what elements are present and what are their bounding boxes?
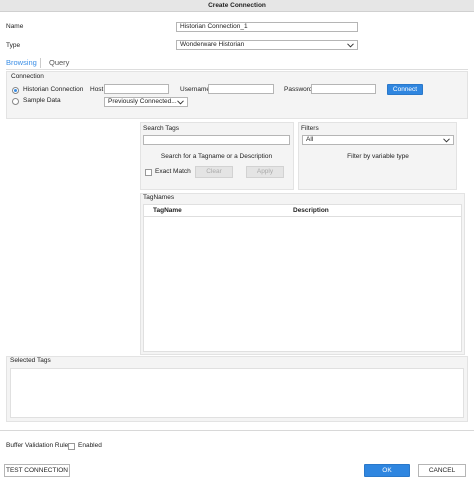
tagnames-label: TagNames — [143, 194, 175, 201]
radio-sample-data[interactable] — [12, 98, 19, 105]
radio-historian-connection[interactable] — [12, 87, 19, 94]
chevron-down-icon — [177, 100, 184, 105]
search-hint: Search for a Tagname or a Description — [160, 153, 273, 160]
tab-separator — [40, 58, 41, 68]
search-tags-input[interactable] — [143, 135, 290, 145]
ok-button[interactable]: OK — [364, 464, 410, 477]
exact-match-label: Exact Match — [155, 168, 191, 175]
name-input[interactable]: Historian Connection_1 — [176, 22, 358, 32]
selected-tags-label: Selected Tags — [10, 357, 51, 364]
previously-connected-select[interactable]: Previously Connected... — [104, 97, 188, 107]
exact-match-checkbox[interactable] — [145, 169, 152, 176]
window-titlebar: Create Connection — [0, 0, 474, 12]
column-header-description[interactable]: Description — [293, 206, 329, 216]
filters-label: Filters — [301, 125, 319, 132]
type-select-value: Wonderware Historian — [180, 41, 245, 48]
cancel-button[interactable]: CANCEL — [418, 464, 466, 477]
apply-button[interactable]: Apply — [246, 166, 284, 178]
tab-browsing[interactable]: Browsing — [6, 57, 37, 69]
buffer-enabled-checkbox[interactable] — [68, 443, 75, 450]
previously-connected-value: Previously Connected... — [108, 98, 177, 105]
column-header-tagname[interactable]: TagName — [153, 206, 182, 216]
filters-select-value: All — [306, 136, 314, 143]
selected-tags-list[interactable] — [10, 368, 464, 418]
tagnames-grid[interactable]: TagName Description — [143, 204, 462, 352]
filters-select[interactable]: All — [302, 135, 454, 145]
clear-button[interactable]: Clear — [195, 166, 233, 178]
name-label: Name — [6, 23, 24, 30]
buffer-validation-label: Buffer Validation Rule — [6, 442, 69, 449]
footer-divider — [0, 430, 474, 431]
username-input[interactable] — [208, 84, 274, 94]
window-title: Create Connection — [208, 2, 266, 9]
radio-sample-label: Sample Data — [23, 97, 61, 104]
username-label: Username — [180, 86, 210, 93]
search-tags-label: Search Tags — [143, 125, 180, 132]
test-connection-button[interactable]: TEST CONNECTION — [4, 464, 70, 477]
chevron-down-icon — [443, 138, 450, 143]
host-input[interactable] — [104, 84, 169, 94]
tab-underline — [6, 69, 468, 70]
tab-query[interactable]: Query — [49, 57, 69, 69]
connection-section-label: Connection — [11, 73, 44, 80]
connection-panel — [6, 71, 468, 119]
filters-hint: Filter by variable type — [347, 153, 409, 160]
buffer-enabled-label: Enabled — [78, 442, 102, 449]
chevron-down-icon — [347, 43, 354, 48]
connect-button[interactable]: Connect — [387, 84, 423, 95]
type-label: Type — [6, 42, 21, 49]
password-input[interactable] — [311, 84, 376, 94]
host-label: Host — [90, 86, 104, 93]
radio-historian-label: Historian Connection — [23, 86, 84, 93]
password-label: Password — [284, 86, 313, 93]
tagnames-grid-header: TagName Description — [144, 205, 461, 217]
type-select[interactable]: Wonderware Historian — [176, 40, 358, 50]
